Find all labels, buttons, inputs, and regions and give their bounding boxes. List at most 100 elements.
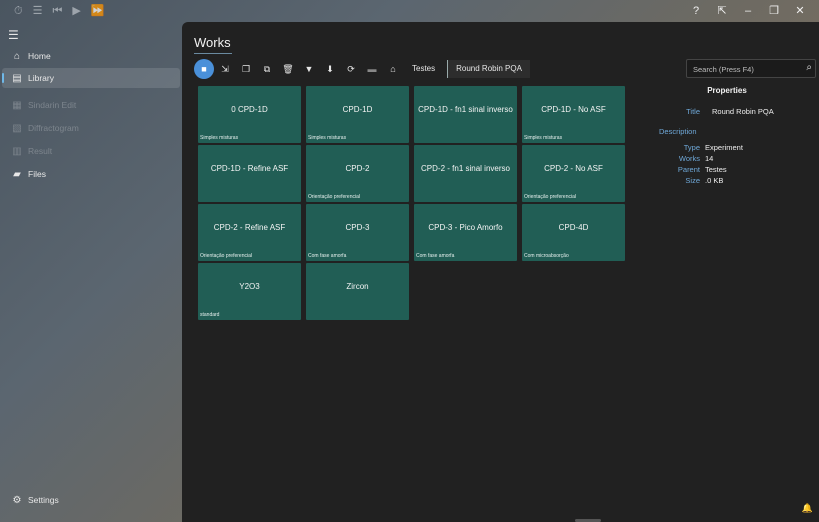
- work-tile-subtitle: Com microabsorção: [524, 253, 569, 259]
- work-tile[interactable]: CPD-4D Com microabsorção: [522, 204, 625, 261]
- prop-key: Parent: [677, 165, 700, 174]
- work-tile[interactable]: CPD-2 - fn1 sinal inverso: [414, 145, 517, 202]
- playlist-icon[interactable]: ☰: [33, 4, 43, 18]
- work-tile-title: CPD-3: [345, 223, 370, 232]
- home-button[interactable]: ⌂: [383, 59, 403, 79]
- sidebar: ☰ ⌂ Home ▤ Library ▦ Sindarin Edit ▧ Dif…: [0, 22, 182, 522]
- close-button[interactable]: ✕: [787, 3, 813, 19]
- search-icon[interactable]: ⌕: [806, 62, 812, 73]
- work-tile[interactable]: CPD-2 Orientação preferencial: [306, 145, 409, 202]
- prop-key: Works: [678, 154, 700, 163]
- properties-heading: Properties: [707, 86, 747, 95]
- sidebar-item-label: Library: [28, 73, 54, 83]
- skip-back-icon[interactable]: ⏮: [52, 4, 62, 18]
- play-icon[interactable]: ▶: [72, 4, 80, 18]
- work-tile-title: Y2O3: [239, 282, 260, 291]
- work-tile-title: CPD-1D - fn1 sinal inverso: [418, 105, 513, 114]
- sidebar-item-sindarin-edit: ▦ Sindarin Edit: [2, 95, 180, 115]
- work-tile[interactable]: 0 CPD-1D Simples misturas: [198, 86, 301, 143]
- work-tile[interactable]: CPD-1D Simples misturas: [306, 86, 409, 143]
- new-folder-button[interactable]: ▬: [362, 59, 382, 79]
- prop-key: Title: [686, 107, 700, 116]
- sidebar-item-label: Sindarin Edit: [28, 100, 77, 110]
- duplicate-button[interactable]: ⧉: [257, 59, 277, 79]
- work-tile-title: CPD-1D: [342, 105, 373, 114]
- work-tile-title: CPD-2 - No ASF: [544, 164, 603, 173]
- sidebar-item-library[interactable]: ▤ Library: [2, 68, 180, 88]
- gear-icon: ⚙: [12, 494, 22, 506]
- work-tile-subtitle: Orientação preferencial: [200, 253, 252, 259]
- work-tile[interactable]: CPD-1D - No ASF Simples misturas: [522, 86, 625, 143]
- work-tile-subtitle: Simples misturas: [308, 135, 347, 141]
- edit-icon: ▦: [12, 99, 22, 111]
- works-grid: 0 CPD-1D Simples misturas CPD-1D Simples mi…: [198, 86, 626, 320]
- minimize-button[interactable]: –: [735, 3, 761, 19]
- sidebar-item-files[interactable]: ▰ Files: [2, 164, 180, 184]
- fast-forward-icon[interactable]: ⏩: [91, 4, 105, 18]
- work-tile-subtitle: Com fase amorfa: [308, 253, 347, 259]
- prop-value: .0 KB: [705, 176, 724, 185]
- work-tile-title: Zircon: [346, 282, 369, 291]
- prop-key: Type: [683, 143, 700, 152]
- breadcrumb-current[interactable]: Round Robin PQA: [447, 60, 530, 78]
- sidebar-item-label: Files: [28, 169, 46, 179]
- prop-value: Experiment: [705, 143, 743, 152]
- maximize-button[interactable]: ❐: [761, 3, 787, 19]
- work-tile-title: CPD-1D - Refine ASF: [210, 164, 289, 173]
- search-input[interactable]: [693, 62, 793, 76]
- work-tile-subtitle: Simples misturas: [200, 135, 239, 141]
- open-folder-button[interactable]: ■: [194, 59, 214, 79]
- work-tile-subtitle: Orientação preferencial: [524, 194, 576, 200]
- work-tile-title: CPD-2 - fn1 sinal inverso: [421, 164, 510, 173]
- main-panel: Works ■ ⇲ ❐ ⧉ 🗑 ▼ ⬇ ⟳ ▬ ⌂ Testes Round R…: [182, 22, 819, 522]
- export-button[interactable]: ▼: [299, 59, 319, 79]
- delete-button[interactable]: 🗑: [278, 59, 298, 79]
- sidebar-item-diffractogram: ▧ Diffractogram: [2, 118, 180, 138]
- folder-icon: ▰: [13, 168, 21, 180]
- work-tile-title: CPD-3 - Pico Amorfo: [428, 223, 503, 232]
- sidebar-item-label: Diffractogram: [28, 123, 79, 133]
- work-tile-subtitle: Com fase amorfa: [416, 253, 455, 259]
- prop-key: Size: [685, 176, 700, 185]
- page-title: Works: [194, 35, 231, 50]
- playback-controls: ⏱ ☰ ⏮ ▶ ⏩: [14, 4, 105, 18]
- work-tile-subtitle: Simples misturas: [524, 135, 563, 141]
- work-tile[interactable]: CPD-2 - Refine ASF Orientação preferencia…: [198, 204, 301, 261]
- copy-button[interactable]: ❐: [236, 59, 256, 79]
- prop-description-key: Description: [659, 127, 697, 136]
- timer-icon[interactable]: ⏱: [14, 4, 23, 18]
- import-button[interactable]: ⇲: [215, 59, 235, 79]
- prop-value: 14: [705, 154, 714, 163]
- download-button[interactable]: ⬇: [320, 59, 340, 79]
- breadcrumb-parent[interactable]: Testes: [404, 60, 443, 78]
- work-tile[interactable]: Y2O3 standard: [198, 263, 301, 320]
- sidebar-item-home[interactable]: ⌂ Home: [2, 46, 180, 66]
- work-tile[interactable]: Zircon: [306, 263, 409, 320]
- work-tile-title: CPD-2 - Refine ASF: [213, 223, 286, 232]
- result-icon: ▥: [12, 145, 22, 157]
- title-underline: [194, 53, 232, 54]
- prop-value: Testes: [705, 165, 727, 174]
- bell-icon[interactable]: 🔔: [802, 503, 813, 514]
- toolbar: ■ ⇲ ❐ ⧉ 🗑 ▼ ⬇ ⟳ ▬ ⌂ Testes Round Robin P…: [194, 59, 530, 79]
- work-tile-title: CPD-4D: [558, 223, 589, 232]
- search-box: ⌕: [686, 59, 816, 78]
- work-tile-title: CPD-2: [345, 164, 370, 173]
- help-button[interactable]: ?: [683, 3, 709, 19]
- prop-value: Round Robin PQA: [712, 107, 774, 116]
- hamburger-icon[interactable]: ☰: [8, 28, 19, 42]
- sidebar-item-settings[interactable]: ⚙ Settings: [2, 490, 180, 510]
- home-icon: ⌂: [13, 50, 21, 62]
- work-tile[interactable]: CPD-1D - fn1 sinal inverso: [414, 86, 517, 143]
- work-tile[interactable]: CPD-1D - Refine ASF: [198, 145, 301, 202]
- work-tile[interactable]: CPD-3 - Pico Amorfo Com fase amorfa: [414, 204, 517, 261]
- work-tile[interactable]: CPD-2 - No ASF Orientação preferencial: [522, 145, 625, 202]
- work-tile[interactable]: CPD-3 Com fase amorfa: [306, 204, 409, 261]
- window-controls: ? ⇱ – ❐ ✕: [683, 3, 813, 19]
- compact-view-button[interactable]: ⇱: [709, 3, 735, 19]
- refresh-button[interactable]: ⟳: [341, 59, 361, 79]
- sidebar-item-label: Result: [28, 146, 53, 156]
- work-tile-title: 0 CPD-1D: [231, 105, 268, 114]
- chart-icon: ▧: [12, 122, 22, 134]
- work-tile-subtitle: Orientação preferencial: [308, 194, 360, 200]
